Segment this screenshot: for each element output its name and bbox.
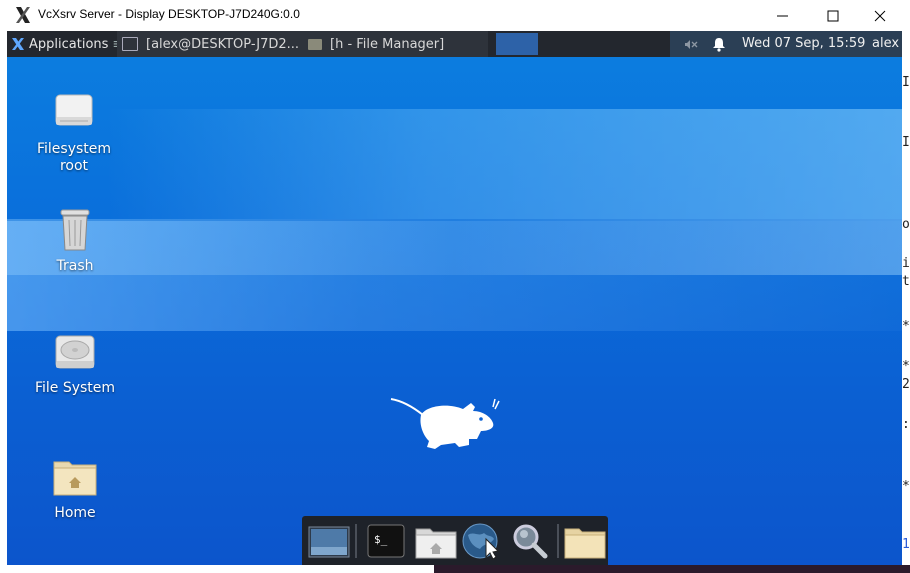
dock-item-search[interactable] [509, 521, 553, 561]
bottom-dock: $_ [302, 516, 608, 565]
drive-icon [50, 89, 98, 137]
terminal-char: : [902, 417, 910, 432]
desktop-icon-trash[interactable]: Trash [20, 206, 130, 275]
wallpaper-band [7, 219, 902, 275]
user-name[interactable]: alex [872, 36, 899, 51]
dock-separator [355, 524, 357, 558]
terminal-char: * [902, 359, 910, 374]
background-window-edge [434, 565, 910, 573]
terminal-char: 2 [902, 377, 910, 392]
icon-label: root [59, 158, 89, 174]
home-folder-icon [415, 528, 457, 559]
top-panel: Applications ≡ [alex@DESKTOP-J7D2... [h … [7, 31, 902, 57]
xfce-menu-icon [12, 38, 24, 50]
terminal-char: t [902, 274, 910, 289]
terminal-char: I [902, 75, 910, 90]
search-icon [513, 524, 548, 559]
terminal-char: * [902, 319, 910, 334]
terminal-char: o [902, 217, 910, 232]
system-tray: Wed 07 Sep, 15:59 alex [670, 31, 902, 57]
dock-separator [557, 524, 559, 558]
host-title-bar[interactable]: VcXsrv Server - Display DESKTOP-J7D240G:… [0, 0, 910, 31]
icon-label: Home [54, 505, 96, 521]
dock-item-show-desktop[interactable] [307, 521, 351, 561]
terminal-icon: $_ [367, 524, 405, 558]
minimize-icon [777, 15, 788, 17]
dock-item-folder[interactable] [563, 521, 607, 561]
task-label: [alex@DESKTOP-J7D2... [146, 36, 300, 52]
dock-item-terminal[interactable]: $_ [364, 521, 408, 561]
terminal-char: * [902, 479, 910, 494]
terminal-char: I [902, 135, 910, 150]
workspace-1[interactable] [496, 33, 538, 55]
taskbar-item-terminal[interactable]: [alex@DESKTOP-J7D2... [117, 31, 303, 57]
xfce-mouse-logo-icon [390, 398, 500, 449]
taskbar-item-file-manager[interactable]: [h - File Manager] [303, 31, 488, 57]
trash-icon [51, 206, 99, 254]
task-label: [h - File Manager] [330, 36, 445, 52]
icon-label: Trash [56, 258, 94, 274]
clock[interactable]: Wed 07 Sep, 15:59 [742, 36, 865, 51]
dock-item-home-folder[interactable] [414, 521, 458, 561]
svg-text:$_: $_ [374, 533, 388, 546]
icon-label: File System [34, 380, 116, 396]
dock-item-web-browser[interactable] [460, 521, 504, 561]
hard-disk-icon [51, 328, 99, 376]
x-logo-icon [16, 7, 30, 23]
xfce-desktop[interactable]: Applications ≡ [alex@DESKTOP-J7D2... [h … [7, 31, 902, 565]
folder-icon [308, 38, 322, 50]
maximize-icon [827, 10, 839, 22]
folder-icon [564, 528, 606, 559]
workspace-2[interactable] [538, 33, 670, 55]
close-button[interactable] [857, 0, 903, 31]
applications-menu-button[interactable]: Applications ≡ [7, 31, 123, 57]
terminal-char: i [902, 256, 910, 271]
muted-speaker-icon[interactable] [684, 39, 698, 50]
show-desktop-icon [308, 526, 350, 558]
applications-label: Applications [29, 36, 109, 52]
maximize-button[interactable] [810, 0, 856, 31]
terminal-icon [122, 37, 138, 51]
icon-label: Filesystem [36, 141, 112, 157]
close-icon [874, 10, 886, 22]
minimize-button[interactable] [760, 0, 806, 31]
desktop-icon-filesystem-root[interactable]: Filesystem root [19, 89, 129, 175]
host-window-title: VcXsrv Server - Display DESKTOP-J7D240G:… [38, 7, 300, 21]
web-browser-icon [462, 523, 500, 560]
desktop-icon-home[interactable]: Home [20, 453, 130, 522]
desktop-icon-file-system[interactable]: File System [20, 328, 130, 397]
wallpaper-band [107, 109, 902, 219]
notification-bell-icon[interactable] [712, 37, 726, 52]
home-folder-icon [51, 453, 99, 501]
terminal-char: 1 [902, 537, 910, 552]
